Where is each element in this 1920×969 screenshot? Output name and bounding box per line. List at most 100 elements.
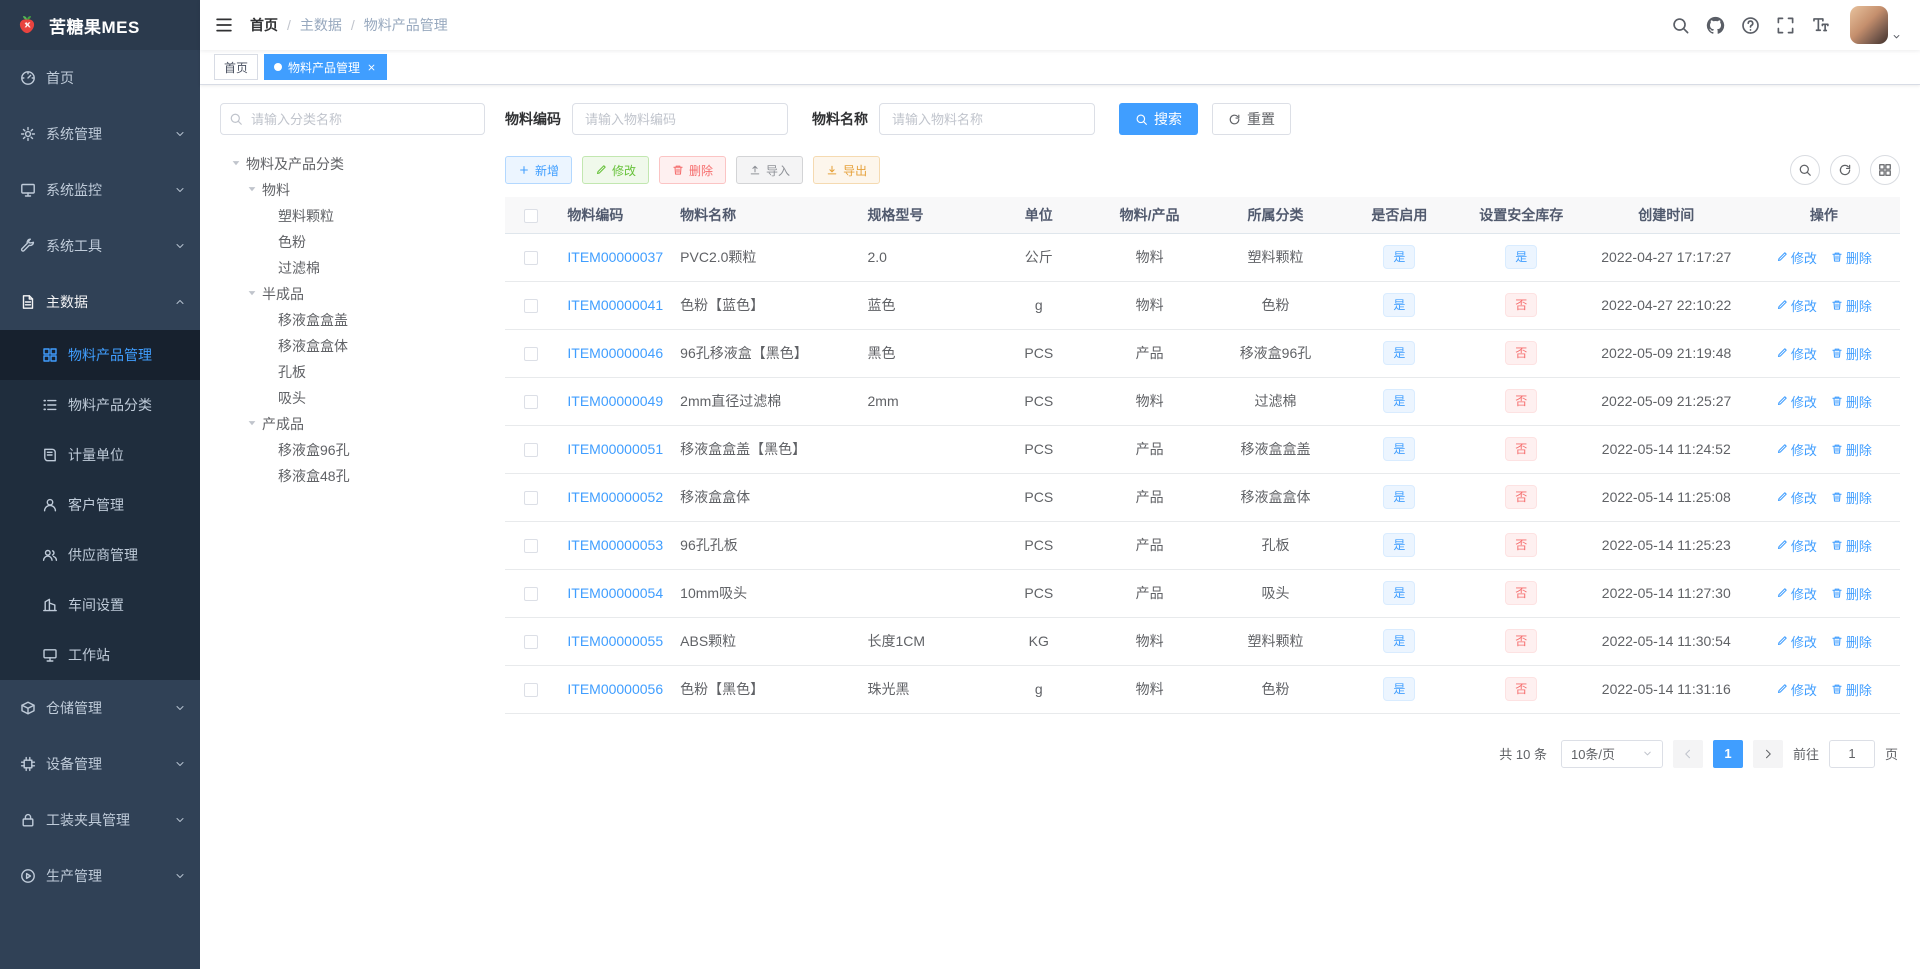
breadcrumb-item[interactable]: 首页 [250, 15, 278, 35]
row-checkbox[interactable] [524, 299, 539, 314]
item-code-link[interactable]: ITEM00000056 [567, 681, 663, 697]
item-code-link[interactable]: ITEM00000046 [567, 345, 663, 361]
export-button[interactable]: 导出 [813, 156, 881, 184]
search-button[interactable]: 搜索 [1119, 103, 1198, 135]
tree-node[interactable]: 色粉 [220, 229, 485, 255]
import-button[interactable]: 导入 [736, 156, 804, 184]
github-icon[interactable] [1706, 16, 1725, 35]
question-icon[interactable] [1741, 16, 1760, 35]
add-button[interactable]: 新增 [505, 156, 573, 184]
tab-active[interactable]: 物料产品管理 [264, 54, 388, 80]
app-logo[interactable]: 苦糖果MES [0, 0, 200, 50]
delete-button[interactable]: 删除 [659, 156, 727, 184]
item-code-link[interactable]: ITEM00000052 [567, 489, 663, 505]
edit-button[interactable]: 修改 [582, 156, 650, 184]
sidebar-subitem-desktop[interactable]: 工作站 [0, 630, 200, 680]
row-edit-button[interactable]: 修改 [1776, 584, 1817, 603]
tree-caret-icon[interactable] [244, 417, 260, 431]
pager-prev-button[interactable] [1672, 739, 1703, 768]
row-delete-button[interactable]: 删除 [1831, 248, 1872, 267]
row-checkbox[interactable] [524, 587, 539, 602]
row-checkbox[interactable] [524, 539, 539, 554]
pager-next-button[interactable] [1752, 739, 1783, 768]
row-delete-button[interactable]: 删除 [1831, 584, 1872, 603]
sidebar-item-gauge[interactable]: 生产管理 [0, 848, 200, 904]
tree-node[interactable]: 移液盒96孔 [220, 437, 485, 463]
tree-node[interactable]: 移液盒盒体 [220, 333, 485, 359]
item-code-link[interactable]: ITEM00000041 [567, 297, 663, 313]
row-edit-button[interactable]: 修改 [1776, 488, 1817, 507]
row-delete-button[interactable]: 删除 [1831, 392, 1872, 411]
item-code-link[interactable]: ITEM00000051 [567, 441, 663, 457]
row-edit-button[interactable]: 修改 [1776, 680, 1817, 699]
tree-node[interactable]: 孔板 [220, 359, 485, 385]
close-icon[interactable] [366, 62, 377, 73]
sidebar-subitem-book[interactable]: 计量单位 [0, 430, 200, 480]
tree-node[interactable]: 塑料颗粒 [220, 203, 485, 229]
row-checkbox[interactable] [524, 683, 539, 698]
row-delete-button[interactable]: 删除 [1831, 440, 1872, 459]
tree-node[interactable]: 移液盒48孔 [220, 463, 485, 489]
sidebar-item-chip[interactable]: 设备管理 [0, 736, 200, 792]
toggle-search-button[interactable] [1790, 155, 1820, 185]
tree-node[interactable]: 过滤棉 [220, 255, 485, 281]
search-icon[interactable] [1671, 16, 1690, 35]
row-delete-button[interactable]: 删除 [1831, 344, 1872, 363]
sidebar-item-box[interactable]: 仓储管理 [0, 680, 200, 736]
row-delete-button[interactable]: 删除 [1831, 488, 1872, 507]
row-delete-button[interactable]: 删除 [1831, 632, 1872, 651]
pager-page-1[interactable]: 1 [1712, 739, 1743, 768]
tree-caret-icon[interactable] [244, 287, 260, 301]
sidebar-item-tool[interactable]: 系统工具 [0, 218, 200, 274]
tree-node[interactable]: 移液盒盒盖 [220, 307, 485, 333]
sidebar-item-dashboard[interactable]: 首页 [0, 50, 200, 106]
row-checkbox[interactable] [524, 491, 539, 506]
row-edit-button[interactable]: 修改 [1776, 536, 1817, 555]
sidebar-item-lock[interactable]: 工装夹具管理 [0, 792, 200, 848]
sidebar-subitem-list[interactable]: 物料产品分类 [0, 380, 200, 430]
row-checkbox[interactable] [524, 251, 539, 266]
item-code-link[interactable]: ITEM00000037 [567, 249, 663, 265]
row-edit-button[interactable]: 修改 [1776, 440, 1817, 459]
row-checkbox[interactable] [524, 443, 539, 458]
avatar[interactable] [1850, 6, 1888, 44]
row-checkbox[interactable] [524, 395, 539, 410]
sidebar-item-monitor[interactable]: 系统监控 [0, 162, 200, 218]
tree-caret-icon[interactable] [228, 157, 244, 171]
sidebar-subitem-users[interactable]: 供应商管理 [0, 530, 200, 580]
row-edit-button[interactable]: 修改 [1776, 248, 1817, 267]
sidebar-subitem-building[interactable]: 车间设置 [0, 580, 200, 630]
row-edit-button[interactable]: 修改 [1776, 392, 1817, 411]
hamburger-icon[interactable] [214, 15, 234, 35]
tab-item[interactable]: 首页 [214, 54, 259, 80]
item-code-link[interactable]: ITEM00000055 [567, 633, 663, 649]
tree-node[interactable]: 吸头 [220, 385, 485, 411]
user-menu[interactable] [1850, 6, 1902, 44]
refresh-button[interactable] [1830, 155, 1860, 185]
row-edit-button[interactable]: 修改 [1776, 344, 1817, 363]
tree-node[interactable]: 产成品 [220, 411, 485, 437]
font-size-icon[interactable] [1811, 16, 1830, 35]
reset-button[interactable]: 重置 [1212, 103, 1291, 135]
tree-node[interactable]: 物料及产品分类 [220, 151, 485, 177]
filter-input-0[interactable] [572, 103, 788, 135]
columns-button[interactable] [1870, 155, 1900, 185]
row-delete-button[interactable]: 删除 [1831, 296, 1872, 315]
sidebar-subitem-user[interactable]: 客户管理 [0, 480, 200, 530]
row-delete-button[interactable]: 删除 [1831, 680, 1872, 699]
row-checkbox[interactable] [524, 347, 539, 362]
page-size-select[interactable]: 10条/页 [1560, 739, 1663, 768]
row-checkbox[interactable] [524, 635, 539, 650]
select-all-checkbox[interactable] [524, 208, 539, 223]
breadcrumb-item[interactable]: 主数据 [300, 15, 342, 35]
fullscreen-icon[interactable] [1776, 16, 1795, 35]
category-search-input[interactable] [220, 103, 485, 135]
sidebar-subitem-grid[interactable]: 物料产品管理 [0, 330, 200, 380]
sidebar-item-doc[interactable]: 主数据 [0, 274, 200, 330]
sidebar-item-gear[interactable]: 系统管理 [0, 106, 200, 162]
tree-node[interactable]: 半成品 [220, 281, 485, 307]
filter-input-1[interactable] [879, 103, 1095, 135]
item-code-link[interactable]: ITEM00000054 [567, 585, 663, 601]
tree-node[interactable]: 物料 [220, 177, 485, 203]
row-delete-button[interactable]: 删除 [1831, 536, 1872, 555]
